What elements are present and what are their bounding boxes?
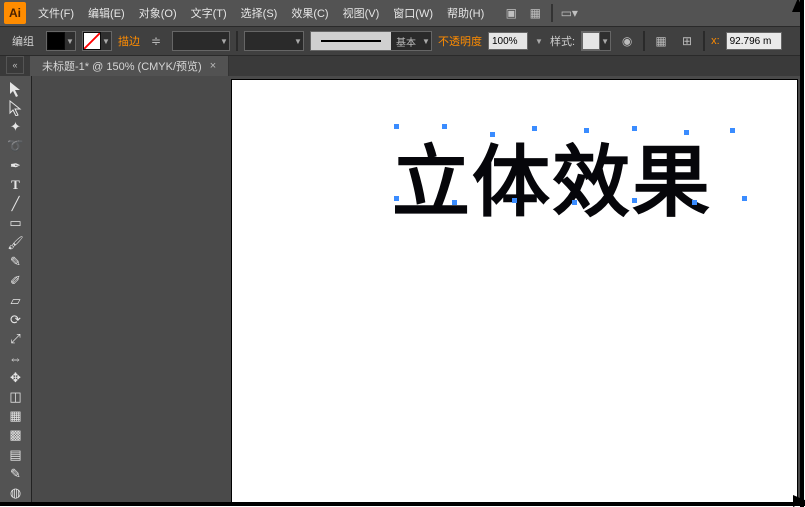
menu-object[interactable]: 对象(O) [133, 5, 183, 21]
chevron-down-icon[interactable]: ▼ [534, 32, 544, 50]
align-icon[interactable]: ▦ [651, 31, 671, 51]
stroke-weight-stepper[interactable]: ≑ [146, 31, 166, 51]
blend-tool[interactable]: ◍ [4, 485, 28, 502]
document-tab[interactable]: 未标题-1* @ 150% (CMYK/预览) × [30, 56, 229, 76]
menu-window[interactable]: 窗口(W) [387, 5, 439, 21]
magic-wand-tool[interactable]: ✦ [4, 119, 28, 136]
menu-edit[interactable]: 编辑(E) [82, 5, 131, 21]
pencil-tool[interactable]: ✎ [4, 253, 28, 270]
stroke-label[interactable]: 描边 [118, 33, 140, 49]
opacity-label[interactable]: 不透明度 [438, 33, 482, 49]
frame-bottom-line [0, 502, 805, 506]
menu-select[interactable]: 选择(S) [235, 5, 284, 21]
stroke-swatch[interactable]: ▼ [82, 31, 112, 51]
transform-icon[interactable]: ⊞ [677, 31, 697, 51]
menu-bar: Ai 文件(F) 编辑(E) 对象(O) 文字(T) 选择(S) 效果(C) 视… [0, 0, 800, 26]
fill-swatch[interactable]: ▼ [46, 31, 76, 51]
toolbox: ✦ ➰ ✒ T ╱ ▭ 🖌 ✎ ✐ ▱ ⟳ ⤢ ⇔ ✥ ◫ ▦ ▩ ▤ ✎ ◍ [0, 76, 32, 502]
scale-tool[interactable]: ⤢ [4, 330, 28, 347]
menu-help[interactable]: 帮助(H) [441, 5, 490, 21]
fill-color-icon [47, 32, 65, 50]
coord-x-label: x: [711, 35, 720, 47]
bridge-icon[interactable]: ▣ [500, 3, 522, 23]
type-tool[interactable]: T [4, 176, 28, 193]
chevron-down-icon[interactable]: ▼ [101, 32, 111, 50]
brush-preview-icon [311, 32, 391, 50]
menu-view[interactable]: 视图(V) [337, 5, 386, 21]
rotate-tool[interactable]: ⟳ [4, 311, 28, 328]
workspace: ✦ ➰ ✒ T ╱ ▭ 🖌 ✎ ✐ ▱ ⟳ ⤢ ⇔ ✥ ◫ ▦ ▩ ▤ ✎ ◍ … [0, 76, 800, 502]
lasso-tool[interactable]: ➰ [4, 138, 28, 155]
eyedropper-tool[interactable]: ✎ [4, 465, 28, 482]
blob-brush-tool[interactable]: ✐ [4, 273, 28, 290]
artwork-text[interactable]: 立体效果 [392, 120, 712, 232]
shape-builder-tool[interactable]: ◫ [4, 388, 28, 405]
eraser-tool[interactable]: ▱ [4, 292, 28, 309]
menu-file[interactable]: 文件(F) [32, 5, 80, 21]
menu-effect[interactable]: 效果(C) [285, 5, 334, 21]
app-logo: Ai [4, 2, 26, 24]
canvas-area[interactable]: 立体效果 [32, 76, 800, 502]
collapse-panels-icon[interactable]: « [6, 56, 24, 74]
no-stroke-icon [83, 32, 101, 50]
arrange-docs-icon[interactable]: ▦ [524, 3, 546, 23]
control-bar: 编组 ▼ ▼ 描边 ≑ ▼ ▼ 基本 ▼ 不透明度 100% ▼ 样式: [0, 26, 800, 56]
artboard[interactable]: 立体效果 [232, 80, 797, 502]
arrow-right-icon [793, 495, 805, 507]
width-tool[interactable]: ⇔ [4, 350, 28, 367]
brush-label: 基本 [391, 34, 421, 49]
opacity-input[interactable]: 100% [488, 32, 528, 50]
coord-x-input[interactable]: 92.796 m [726, 32, 782, 50]
frame-right-line [800, 0, 804, 507]
paintbrush-tool[interactable]: 🖌 [4, 234, 28, 251]
style-preview-icon [582, 32, 600, 50]
chevron-down-icon[interactable]: ▼ [600, 32, 610, 50]
stroke-weight-field[interactable]: ▼ [172, 31, 230, 51]
perspective-grid-tool[interactable]: ▦ [4, 408, 28, 425]
direct-selection-tool[interactable] [4, 99, 28, 116]
stroke-profile-field[interactable]: ▼ [244, 31, 304, 51]
chevron-down-icon[interactable]: ▼ [219, 32, 229, 50]
chevron-down-icon[interactable]: ▼ [293, 32, 303, 50]
layout-icon[interactable]: ▭▾ [558, 3, 580, 23]
brush-field[interactable]: 基本 ▼ [310, 31, 432, 51]
menu-text[interactable]: 文字(T) [185, 5, 233, 21]
free-transform-tool[interactable]: ✥ [4, 369, 28, 386]
rectangle-tool[interactable]: ▭ [4, 215, 28, 232]
recolor-icon[interactable]: ◉ [617, 31, 637, 51]
document-title: 未标题-1* @ 150% (CMYK/预览) [42, 58, 202, 74]
pen-tool[interactable]: ✒ [4, 157, 28, 174]
chevron-down-icon[interactable]: ▼ [65, 32, 75, 50]
app-window: Ai 文件(F) 编辑(E) 对象(O) 文字(T) 选择(S) 效果(C) 视… [0, 0, 800, 502]
mesh-tool[interactable]: ▩ [4, 427, 28, 444]
close-icon[interactable]: × [210, 60, 216, 72]
document-tab-bar: « 未标题-1* @ 150% (CMYK/预览) × [0, 56, 800, 76]
chevron-down-icon[interactable]: ▼ [421, 32, 431, 50]
line-tool[interactable]: ╱ [4, 196, 28, 213]
group-label: 编组 [6, 31, 40, 51]
arrow-up-icon [792, 0, 804, 12]
gradient-tool[interactable]: ▤ [4, 446, 28, 463]
style-label: 样式: [550, 33, 575, 49]
style-swatch[interactable]: ▼ [581, 31, 611, 51]
selection-tool[interactable] [4, 80, 28, 97]
